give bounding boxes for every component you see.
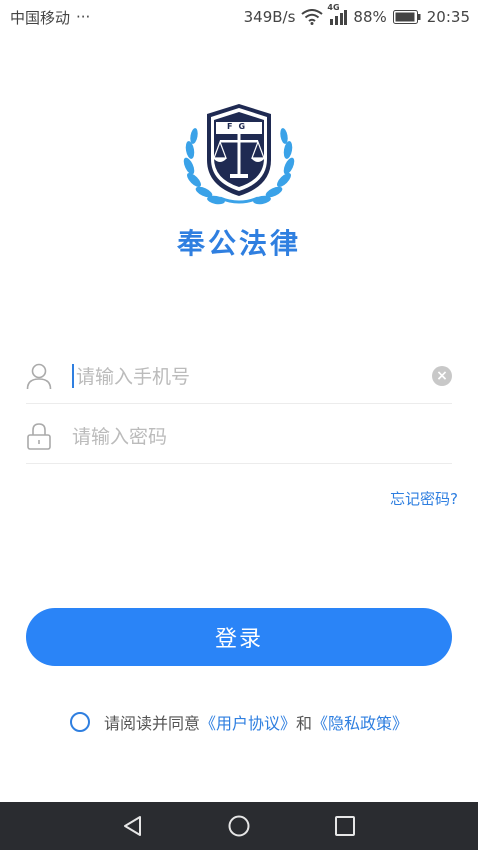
password-field-row: 请输入密码 xyxy=(26,408,452,464)
agreement-prefix: 请阅读并同意 xyxy=(103,714,200,733)
agreement-row: 请阅读并同意 《用户协议》 和 《隐私政策》 xyxy=(0,710,478,734)
user-icon xyxy=(26,362,52,390)
brand-name: 奉公法律 xyxy=(176,227,301,260)
phone-placeholder: 请输入手机号 xyxy=(76,366,191,388)
password-input[interactable]: 请输入密码 xyxy=(72,421,452,451)
battery-percent: 88% xyxy=(353,8,387,26)
back-triangle-icon[interactable] xyxy=(118,811,148,841)
home-circle-icon[interactable] xyxy=(224,811,254,841)
agreement-conjunction: 和 xyxy=(296,714,313,733)
signal-icon: 4G xyxy=(327,3,348,25)
network-type-label: 4G xyxy=(327,3,340,12)
net-speed: 349B/s xyxy=(243,8,296,26)
wifi-icon xyxy=(301,9,324,25)
phone-input[interactable]: 请输入手机号 xyxy=(72,361,432,391)
forgot-password-link[interactable]: 忘记密码? xyxy=(390,488,458,509)
password-placeholder: 请输入密码 xyxy=(72,426,168,448)
login-button[interactable]: 登录 xyxy=(26,608,452,666)
text-cursor xyxy=(72,363,74,388)
lock-icon xyxy=(26,422,52,450)
agreement-checkbox[interactable] xyxy=(69,712,90,732)
status-bar: 中国移动 ··· 349B/s 4G 88% 20:35 xyxy=(0,0,478,34)
system-nav-bar xyxy=(0,802,478,850)
clear-icon[interactable]: × xyxy=(432,365,452,386)
clock: 20:35 xyxy=(426,8,470,26)
phone-field-row: 请输入手机号 × xyxy=(26,348,452,404)
privacy-policy-link[interactable]: 《隐私政策》 xyxy=(312,710,408,734)
logo-badge-letters: FG xyxy=(226,122,252,131)
app-logo: FG xyxy=(180,100,298,212)
more-notifications-icon: ··· xyxy=(76,8,91,26)
battery-icon xyxy=(392,10,421,24)
recent-square-icon[interactable] xyxy=(330,811,360,841)
carrier-label: 中国移动 xyxy=(10,8,71,27)
user-agreement-link[interactable]: 《用户协议》 xyxy=(200,710,296,734)
